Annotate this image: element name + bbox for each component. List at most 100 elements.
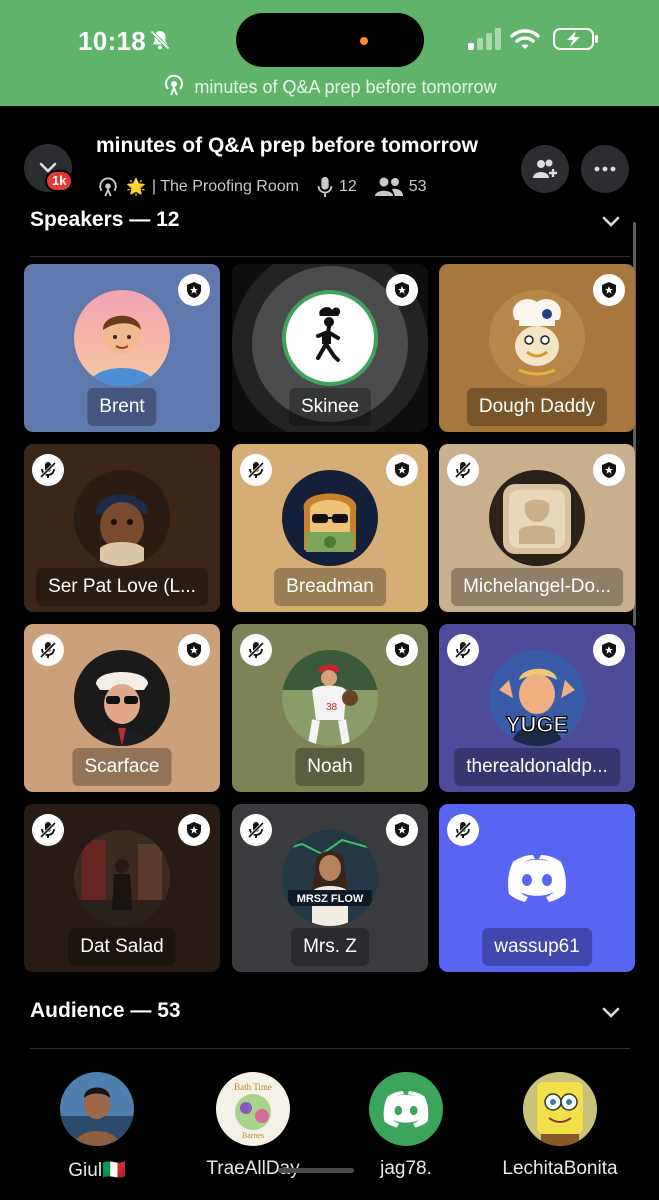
bell-off-icon [150,30,170,50]
speaker-tile-dough-daddy[interactable]: Dough Daddy [439,264,635,432]
chevron-down-icon[interactable] [600,1002,622,1024]
speaker-tile-therealdonaldp[interactable]: YUGE therealdonaldp... [439,624,635,792]
mic-off-icon [39,641,57,659]
mic-off-icon [39,821,57,839]
avatar [369,1072,443,1146]
svg-text:YUGE: YUGE [506,712,568,737]
mic-off-icon [454,821,472,839]
speaker-name: Ser Pat Love (L... [36,568,208,606]
shield-star-icon [395,462,409,478]
stage-banner[interactable]: minutes of Q&A prep before tomorrow [0,74,659,98]
add-user-icon [533,159,557,178]
more-options-button[interactable] [581,145,629,193]
shield-star-icon [602,642,616,658]
avatar [74,650,170,746]
audience-heading: Audience — 53 [30,999,181,1022]
moderator-badge [386,634,418,666]
speaker-tile-skinee[interactable]: Skinee [232,264,428,432]
avatar: MRSZ FLOW [282,830,378,926]
stage-meta: 🌟 | The Proofing Room 12 53 [96,176,433,198]
moderator-badge [178,634,210,666]
speakers-divider [30,256,630,257]
speaker-name: therealdonaldp... [454,748,620,786]
speaker-tile-ser-pat-love[interactable]: Ser Pat Love (L... [24,444,220,612]
mic-off-icon [454,461,472,479]
svg-text:38: 38 [326,702,338,713]
audience-member[interactable]: LechitaBonita [500,1072,620,1180]
avatar [489,830,585,926]
shield-star-icon [395,282,409,298]
speaker-tile-dat-salad[interactable]: Dat Salad [24,804,220,972]
mic-off-icon [247,641,265,659]
notification-badge: 1k [45,170,74,192]
avatar [282,290,378,386]
speaker-tile-michelangel-do[interactable]: Michelangel-Do... [439,444,635,612]
audience-name: LechitaBonita [502,1158,618,1179]
speaker-tile-wassup61[interactable]: wassup61 [439,804,635,972]
moderator-badge [178,274,210,306]
speaker-name: Dough Daddy [466,388,608,426]
speaker-name: Dat Salad [68,928,176,966]
dynamic-island [236,13,424,67]
avatar [523,1072,597,1146]
stage-title: minutes of Q&A prep before tomorrow [96,134,478,157]
mic-icon [317,176,333,198]
muted-badge [32,634,64,666]
shield-star-icon [602,462,616,478]
recording-dot [360,37,368,45]
speaker-tile-noah[interactable]: 38 Noah [232,624,428,792]
speaker-tile-scarface[interactable]: Scarface [24,624,220,792]
status-time: 10:18 [78,26,146,56]
svg-text:Barnes: Barnes [242,1131,264,1140]
chevron-down-icon[interactable] [600,211,622,233]
audience-member[interactable]: jag78. [346,1072,466,1180]
audience-member[interactable]: Bath Time Barnes TraeAllDay [193,1072,313,1180]
moderator-badge [386,454,418,486]
invite-button[interactable] [521,145,569,193]
cellular-signal-icon [468,28,501,50]
speaker-tile-mrs-z[interactable]: MRSZ FLOW Mrs. Z [232,804,428,972]
muted-badge [447,454,479,486]
speaker-name: Michelangel-Do... [451,568,623,606]
audience-name: Giul🇮🇹 [68,1160,126,1181]
avatar: Bath Time Barnes [216,1072,290,1146]
moderator-badge [386,814,418,846]
stage-icon [99,177,117,197]
discord-logo-icon [489,830,585,926]
avatar: YUGE [489,650,585,746]
speaker-name: wassup61 [482,928,592,966]
moderator-badge [593,634,625,666]
server-name: | The Proofing Room [151,178,299,195]
home-indicator[interactable] [278,1168,354,1173]
shield-star-icon [395,642,409,658]
avatar [74,470,170,566]
avatar [489,470,585,566]
avatar [60,1072,134,1146]
speaker-tile-breadman[interactable]: Breadman [232,444,428,612]
speaker-name: Scarface [72,748,172,786]
wifi-icon [510,29,540,49]
audience-divider [30,1048,630,1049]
moderator-badge [593,454,625,486]
more-icon [594,166,616,172]
muted-badge [447,814,479,846]
shield-star-icon [187,822,201,838]
listener-count: 53 [408,178,427,195]
avatar [74,830,170,926]
stage-icon [165,74,184,96]
status-bar: 10:18 minutes of Q&A prep before tomorro… [0,0,659,106]
mic-off-icon [247,821,265,839]
speaker-count: 12 [338,178,357,195]
moderator-badge [386,274,418,306]
avatar: 38 [282,650,378,746]
svg-text:Bath Time: Bath Time [234,1082,272,1092]
audience-member[interactable]: Giul🇮🇹 [37,1072,157,1182]
speaker-name: Noah [295,748,365,786]
muted-badge [240,634,272,666]
muted-badge [32,814,64,846]
muted-badge [240,454,272,486]
mic-off-icon [247,461,265,479]
speaker-name: Mrs. Z [291,928,369,966]
speaker-tile-brent[interactable]: Brent [24,264,220,432]
muted-badge [447,634,479,666]
